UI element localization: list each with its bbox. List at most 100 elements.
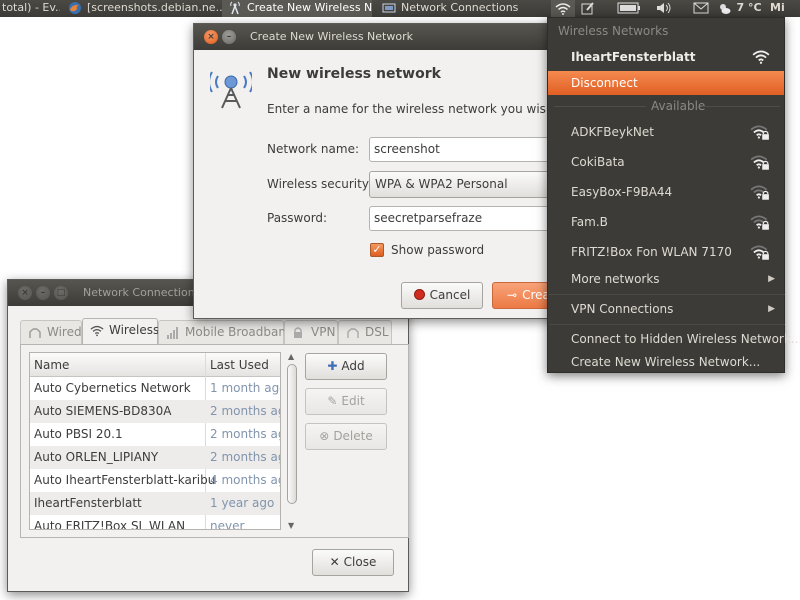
column-header-last-used[interactable]: Last Used <box>210 353 269 377</box>
network-item-cokibata[interactable]: CokiBata <box>548 150 784 174</box>
close-window-button[interactable]: × <box>18 286 32 300</box>
task-label: [screenshots.debian.ne... <box>87 1 222 14</box>
tab-mobile-broadband[interactable]: Mobile Broadband <box>158 320 294 344</box>
connection-last-used: 1 month ago <box>210 381 281 395</box>
table-row[interactable]: Auto IheartFensterblatt-karibu 4 months … <box>30 469 280 492</box>
add-button[interactable]: ✚ Add <box>305 353 387 380</box>
table-row[interactable]: IheartFensterblatt 1 year ago <box>30 492 280 515</box>
list-scrollbar[interactable]: ▲ ▼ <box>286 352 298 530</box>
wireless-antenna-icon <box>210 71 252 109</box>
available-section-label: Available <box>651 99 706 113</box>
menu-section-title: Wireless Networks <box>558 24 669 38</box>
more-networks-item[interactable]: More networks ▶ <box>548 267 784 291</box>
wifi-secure-icon <box>750 215 769 230</box>
titlebar[interactable]: × – Create New Wireless Network <box>194 24 562 50</box>
connection-last-used: 2 months ago <box>210 404 280 418</box>
connection-name: Auto PBSI 20.1 <box>34 427 123 441</box>
connected-network-item[interactable]: IheartFensterblatt <box>548 45 784 69</box>
temperature-label: 7 °C <box>736 1 762 14</box>
close-button[interactable]: ✕ Close <box>312 549 394 576</box>
task-label: Network Connections <box>401 1 519 14</box>
close-window-button[interactable]: × <box>204 30 218 44</box>
network-item-fam-b[interactable]: Fam.B <box>548 210 784 234</box>
wireless-tab-panel: Name Last Used Auto Cybernetics Network … <box>20 344 409 538</box>
button-label: Delete <box>333 429 373 443</box>
tab-dsl[interactable]: DSL <box>338 320 392 344</box>
firefox-icon <box>69 2 81 14</box>
signal-bars-icon <box>167 327 178 339</box>
plug-icon: ⊸ <box>507 288 518 302</box>
taskbar-item-firefox[interactable]: [screenshots.debian.ne... <box>62 0 222 17</box>
network-item-fritzbox[interactable]: FRITZ!Box Fon WLAN 7170 <box>548 240 784 264</box>
show-password-label[interactable]: Show password <box>391 243 484 257</box>
edit-icon: ✎ <box>327 394 338 408</box>
wireless-security-label: Wireless security: <box>267 177 373 191</box>
tab-wireless[interactable]: Wireless <box>82 318 159 344</box>
network-name: ADKFBeykNet <box>571 125 654 139</box>
password-label: Password: <box>267 211 328 225</box>
tab-label: Mobile Broadband <box>185 325 294 339</box>
wireless-security-select[interactable]: WPA & WPA2 Personal <box>369 171 569 198</box>
stop-icon <box>413 289 425 300</box>
table-row[interactable]: Auto Cybernetics Network 1 month ago <box>30 377 280 400</box>
submenu-arrow-icon: ▶ <box>768 304 775 314</box>
menu-item-label: More networks <box>571 272 660 286</box>
connect-hidden-network-item[interactable]: Connect to Hidden Wireless Network... <box>548 327 800 351</box>
messaging-indicator[interactable] <box>693 0 711 17</box>
submenu-arrow-icon: ▶ <box>768 274 775 284</box>
taskbar-item-evolution[interactable]: total) - Ev... <box>0 0 60 17</box>
taskbar-item-create-wireless[interactable]: Create New Wireless Net... <box>222 0 372 17</box>
scroll-up-arrow-icon[interactable]: ▲ <box>288 352 294 361</box>
wifi-secure-icon <box>750 155 769 170</box>
scroll-down-arrow-icon[interactable]: ▼ <box>288 521 294 530</box>
taskbar-item-network-connections[interactable]: Network Connections <box>376 0 546 17</box>
button-label: Edit <box>341 394 365 408</box>
cancel-button[interactable]: Cancel <box>401 282 483 309</box>
connection-name: Auto FRITZ!Box SL WLAN <box>34 519 186 530</box>
connection-name: IheartFensterblatt <box>34 496 142 510</box>
notes-indicator[interactable] <box>581 0 599 17</box>
password-field[interactable]: seecretparsefraze <box>369 206 569 231</box>
network-item-adkfbeyknet[interactable]: ADKFBeykNet <box>548 120 784 144</box>
wifi-secure-icon <box>750 245 769 260</box>
network-name-field[interactable]: screenshot <box>369 137 569 162</box>
battery-indicator[interactable] <box>617 0 643 17</box>
network-name: IheartFensterblatt <box>571 50 696 64</box>
show-password-checkbox[interactable]: ✓ <box>370 243 384 257</box>
weather-icon <box>720 4 731 14</box>
top-panel: total) - Ev... [screenshots.debian.ne...… <box>0 0 800 17</box>
network-item-easybox[interactable]: EasyBox-F9BA44 <box>548 180 784 204</box>
dsl-icon <box>347 328 359 338</box>
connection-last-used: 1 year ago <box>210 496 275 510</box>
weather-indicator[interactable]: 7 °C <box>718 0 764 17</box>
table-row[interactable]: Auto SIEMENS-BD830A 2 months ago <box>30 400 280 423</box>
column-header-name[interactable]: Name <box>34 353 69 377</box>
envelope-icon <box>693 2 709 14</box>
table-row[interactable]: Auto ORLEN_LIPIANY 2 months ago <box>30 446 280 469</box>
volume-indicator[interactable] <box>656 0 676 17</box>
connections-list[interactable]: Name Last Used Auto Cybernetics Network … <box>29 352 281 530</box>
button-label: Close <box>343 555 377 569</box>
table-row[interactable]: Auto FRITZ!Box SL WLAN never <box>30 515 280 530</box>
network-name: FRITZ!Box Fon WLAN 7170 <box>571 245 732 259</box>
tab-vpn[interactable]: VPN <box>284 320 338 344</box>
clock-label: Mi Nov <box>770 1 785 14</box>
wifi-secure-icon <box>750 125 769 140</box>
table-row[interactable]: Auto PBSI 20.1 2 months ago <box>30 423 280 446</box>
menu-item-label: Connect to Hidden Wireless Network... <box>571 332 800 346</box>
create-new-wireless-network-item[interactable]: Create New Wireless Network... <box>548 350 784 374</box>
wifi-indicator[interactable] <box>551 0 575 17</box>
edit-button[interactable]: ✎ Edit <box>305 388 387 415</box>
maximize-window-button[interactable]: □ <box>54 286 68 300</box>
window-title: Network Connections <box>83 286 201 299</box>
vpn-connections-item[interactable]: VPN Connections ▶ <box>548 297 784 321</box>
delete-button[interactable]: ⊗ Delete <box>305 423 387 450</box>
disconnect-menu-item[interactable]: Disconnect <box>548 71 784 95</box>
minimize-window-button[interactable]: – <box>222 30 236 44</box>
tab-wired[interactable]: Wired <box>20 320 82 344</box>
scrollbar-thumb[interactable] <box>287 364 297 504</box>
clock[interactable]: Mi Nov <box>770 0 800 17</box>
menu-separator <box>549 294 785 295</box>
tab-label: VPN <box>311 325 336 339</box>
minimize-window-button[interactable]: – <box>36 286 50 300</box>
